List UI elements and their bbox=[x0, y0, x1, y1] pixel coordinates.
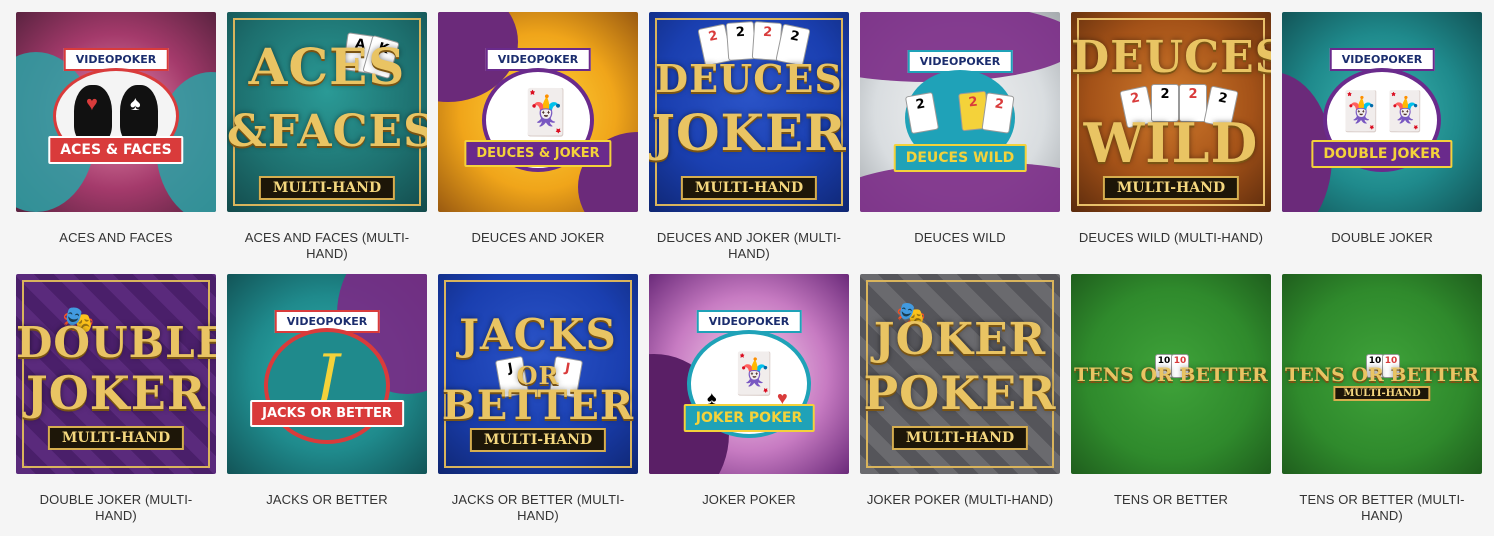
title-ribbon: DEUCES & JOKER bbox=[464, 140, 612, 167]
multi-hand-band: MULTI-HAND bbox=[680, 176, 818, 200]
art-title-line1: DOUBLE bbox=[16, 318, 216, 367]
game-card-jacks-or-better-multi-hand[interactable]: JACKS J J OR BETTER MULTI-HAND JACKS OR … bbox=[438, 274, 638, 536]
game-thumbnail[interactable]: DEUCES 2 2 2 2 WILD MULTI-HAND bbox=[1071, 12, 1271, 212]
heart-icon: ♥ bbox=[86, 93, 98, 115]
title-ribbon: DEUCES WILD bbox=[893, 144, 1027, 172]
multi-hand-band: MULTI-HAND bbox=[469, 428, 607, 452]
game-title[interactable]: JOKER POKER (MULTI-HAND) bbox=[860, 492, 1060, 508]
art-title-line2: JOKER bbox=[651, 103, 847, 162]
game-thumbnail[interactable]: 🎭 DOUBLE JOKER MULTI-HAND bbox=[16, 274, 216, 474]
multi-hand-band: MULTI-HAND bbox=[891, 426, 1029, 450]
game-title[interactable]: DEUCES AND JOKER (MULTI-HAND) bbox=[649, 230, 849, 262]
game-thumbnail[interactable]: VIDEOPOKER J JACKS OR BETTER bbox=[227, 274, 427, 474]
art-title-line1: JACKS bbox=[459, 310, 617, 359]
art-title-line1: DEUCES bbox=[655, 56, 843, 101]
game-card-deuces-and-joker-multi-hand[interactable]: 2 2 2 2 DEUCES JOKER MULTI-HAND DEUCES A… bbox=[649, 12, 849, 274]
game-card-joker-poker[interactable]: VIDEOPOKER 🃏 ♠ ♥ JOKER POKER JOKER POKER bbox=[649, 274, 849, 536]
art-title-line1: TENS OR BETTER bbox=[1285, 364, 1479, 386]
spade-icon: ♠ bbox=[130, 93, 141, 115]
art-title-line1: TENS OR BETTER bbox=[1074, 364, 1268, 386]
game-thumbnail[interactable]: VIDEOPOKER 🃏 ♠ ♥ JOKER POKER bbox=[649, 274, 849, 474]
game-card-deuces-and-joker[interactable]: VIDEOPOKER 🃏 DEUCES & JOKER DEUCES AND J… bbox=[438, 12, 638, 274]
multi-hand-band: MULTI-HAND bbox=[258, 176, 396, 200]
game-thumbnail[interactable]: JACKS J J OR BETTER MULTI-HAND bbox=[438, 274, 638, 474]
title-ribbon: ACES & FACES bbox=[48, 136, 184, 164]
game-title[interactable]: TENS OR BETTER bbox=[1071, 492, 1271, 508]
art-title-line2: POKER bbox=[863, 366, 1057, 420]
game-thumbnail[interactable]: VIDEOPOKER 🃏 DEUCES & JOKER bbox=[438, 12, 638, 212]
game-thumbnail[interactable]: 2 2 2 2 DEUCES JOKER MULTI-HAND bbox=[649, 12, 849, 212]
game-card-aces-and-faces-multi-hand[interactable]: A K ACES &FACES MULTI-HAND ACES AND FACE… bbox=[227, 12, 427, 274]
game-thumbnail[interactable]: VIDEOPOKER ♥ ♠ ACES & FACES bbox=[16, 12, 216, 212]
game-title[interactable]: DOUBLE JOKER (MULTI-HAND) bbox=[16, 492, 216, 524]
game-card-tens-or-better-multi-hand[interactable]: 10 10 TENS OR BETTER MULTI-HAND TENS OR … bbox=[1282, 274, 1482, 536]
game-card-joker-poker-multi-hand[interactable]: 🎭 JOKER POKER MULTI-HAND JOKER POKER (MU… bbox=[860, 274, 1060, 536]
title-ribbon: JOKER POKER bbox=[683, 404, 815, 432]
title-ribbon: JACKS OR BETTER bbox=[250, 400, 404, 427]
art-title-line1: DEUCES bbox=[1071, 32, 1271, 83]
art-title-line2: &FACES bbox=[227, 106, 427, 157]
game-title[interactable]: ACES AND FACES bbox=[16, 230, 216, 246]
game-card-double-joker[interactable]: VIDEOPOKER 🃏 🃏 DOUBLE JOKER DOUBLE JOKER bbox=[1282, 12, 1482, 274]
game-card-deuces-wild-multi-hand[interactable]: DEUCES 2 2 2 2 WILD MULTI-HAND DEUCES WI… bbox=[1071, 12, 1271, 274]
game-title[interactable]: DEUCES WILD (MULTI-HAND) bbox=[1071, 230, 1271, 246]
game-thumbnail[interactable]: 10 10 TENS OR BETTER MULTI-HAND bbox=[1282, 274, 1482, 474]
art-title-line1: ACES bbox=[248, 37, 406, 96]
game-thumbnail[interactable]: 🎭 JOKER POKER MULTI-HAND bbox=[860, 274, 1060, 474]
playing-card-icon: 2 bbox=[981, 92, 1015, 134]
game-grid: VIDEOPOKER ♥ ♠ ACES & FACES ACES AND FAC… bbox=[16, 12, 1482, 536]
game-title[interactable]: DOUBLE JOKER bbox=[1282, 230, 1482, 246]
art-title-line1: JOKER bbox=[873, 314, 1047, 365]
title-ribbon: DOUBLE JOKER bbox=[1311, 140, 1453, 168]
jester-icon: 🃏 bbox=[1337, 91, 1385, 133]
game-title[interactable]: TENS OR BETTER (MULTI-HAND) bbox=[1282, 492, 1482, 524]
game-title[interactable]: ACES AND FACES (MULTI-HAND) bbox=[227, 230, 427, 262]
art-title-line2: WILD bbox=[1083, 111, 1259, 175]
multi-hand-band: MULTI-HAND bbox=[1102, 176, 1240, 200]
game-card-jacks-or-better[interactable]: VIDEOPOKER J JACKS OR BETTER JACKS OR BE… bbox=[227, 274, 427, 536]
jester-icon: 🃏 bbox=[1381, 91, 1429, 133]
multi-hand-band: MULTI-HAND bbox=[47, 426, 185, 450]
game-thumbnail[interactable]: VIDEOPOKER 🃏 🃏 DOUBLE JOKER bbox=[1282, 12, 1482, 212]
game-card-deuces-wild[interactable]: VIDEOPOKER 2 2 2 DEUCES WILD DEUCES WILD bbox=[860, 12, 1060, 274]
art-title-line3: BETTER bbox=[441, 382, 635, 429]
multi-hand-band: MULTI-HAND bbox=[1333, 386, 1431, 401]
game-card-aces-and-faces[interactable]: VIDEOPOKER ♥ ♠ ACES & FACES ACES AND FAC… bbox=[16, 12, 216, 274]
game-thumbnail[interactable]: 10 10 TENS OR BETTER bbox=[1071, 274, 1271, 474]
game-card-double-joker-multi-hand[interactable]: 🎭 DOUBLE JOKER MULTI-HAND DOUBLE JOKER (… bbox=[16, 274, 216, 536]
game-title[interactable]: DEUCES WILD bbox=[860, 230, 1060, 246]
game-thumbnail[interactable]: A K ACES &FACES MULTI-HAND bbox=[227, 12, 427, 212]
game-title[interactable]: JACKS OR BETTER bbox=[227, 492, 427, 508]
game-title[interactable]: DEUCES AND JOKER bbox=[438, 230, 638, 246]
game-card-tens-or-better[interactable]: 10 10 TENS OR BETTER TENS OR BETTER bbox=[1071, 274, 1271, 536]
jester-icon: 🃏 bbox=[729, 352, 779, 396]
game-title[interactable]: JACKS OR BETTER (MULTI-HAND) bbox=[438, 492, 638, 524]
game-title[interactable]: JOKER POKER bbox=[649, 492, 849, 508]
art-title-line2: JOKER bbox=[25, 366, 207, 420]
game-thumbnail[interactable]: VIDEOPOKER 2 2 2 DEUCES WILD bbox=[860, 12, 1060, 212]
jester-icon: 🃏 bbox=[518, 88, 573, 137]
